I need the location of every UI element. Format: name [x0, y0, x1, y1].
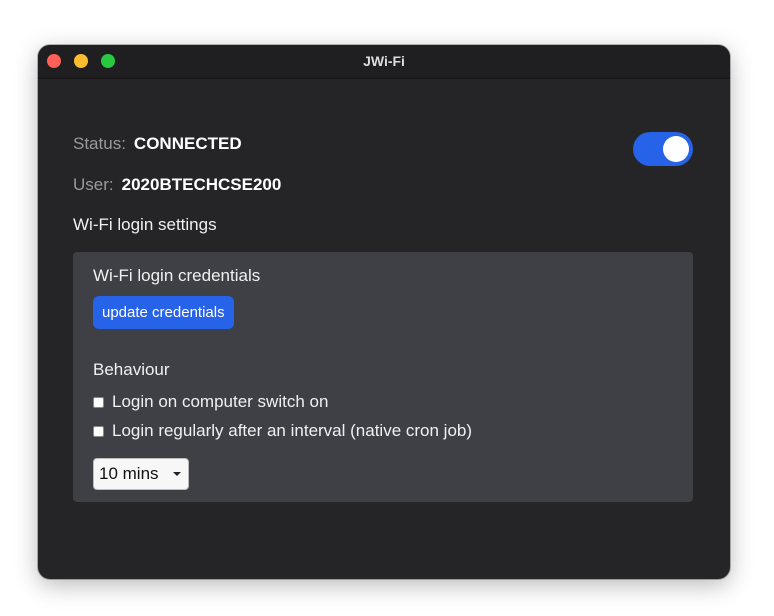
option-login-on-switch-on[interactable]: Login on computer switch on	[93, 392, 328, 412]
option-label: Login on computer switch on	[112, 392, 329, 411]
settings-panel: Wi-Fi login credentials update credentia…	[73, 252, 693, 502]
option-label: Login regularly after an interval (nativ…	[112, 421, 473, 440]
app-window: JWi-Fi Status: CONNECTED User: 2020BTECHCS…	[38, 45, 730, 579]
status-row: Status: CONNECTED	[73, 134, 242, 154]
user-value: 2020BTECHCSE200	[121, 175, 282, 194]
login-interval-checkbox[interactable]	[93, 425, 104, 437]
status-value: CONNECTED	[133, 134, 242, 153]
toggle-knob	[663, 136, 689, 162]
settings-heading: Wi-Fi login settings	[73, 215, 217, 234]
login-on-switch-on-checkbox[interactable]	[93, 396, 104, 408]
chevron-down-icon	[173, 472, 181, 476]
interval-select[interactable]: 10 mins	[93, 458, 189, 490]
option-login-interval[interactable]: Login regularly after an interval (nativ…	[93, 421, 472, 441]
behaviour-title: Behaviour	[93, 360, 170, 379]
user-label: User:	[73, 175, 114, 194]
user-row: User: 2020BTECHCSE200	[73, 175, 281, 195]
update-credentials-button[interactable]: update credentials	[93, 296, 234, 329]
status-label: Status:	[73, 134, 126, 153]
window-title: JWi-Fi	[363, 53, 405, 69]
interval-selected-value: 10 mins	[99, 464, 159, 483]
connection-toggle[interactable]	[633, 132, 693, 166]
credentials-title: Wi-Fi login credentials	[93, 266, 261, 285]
title-bar: JWi-Fi	[38, 45, 730, 79]
